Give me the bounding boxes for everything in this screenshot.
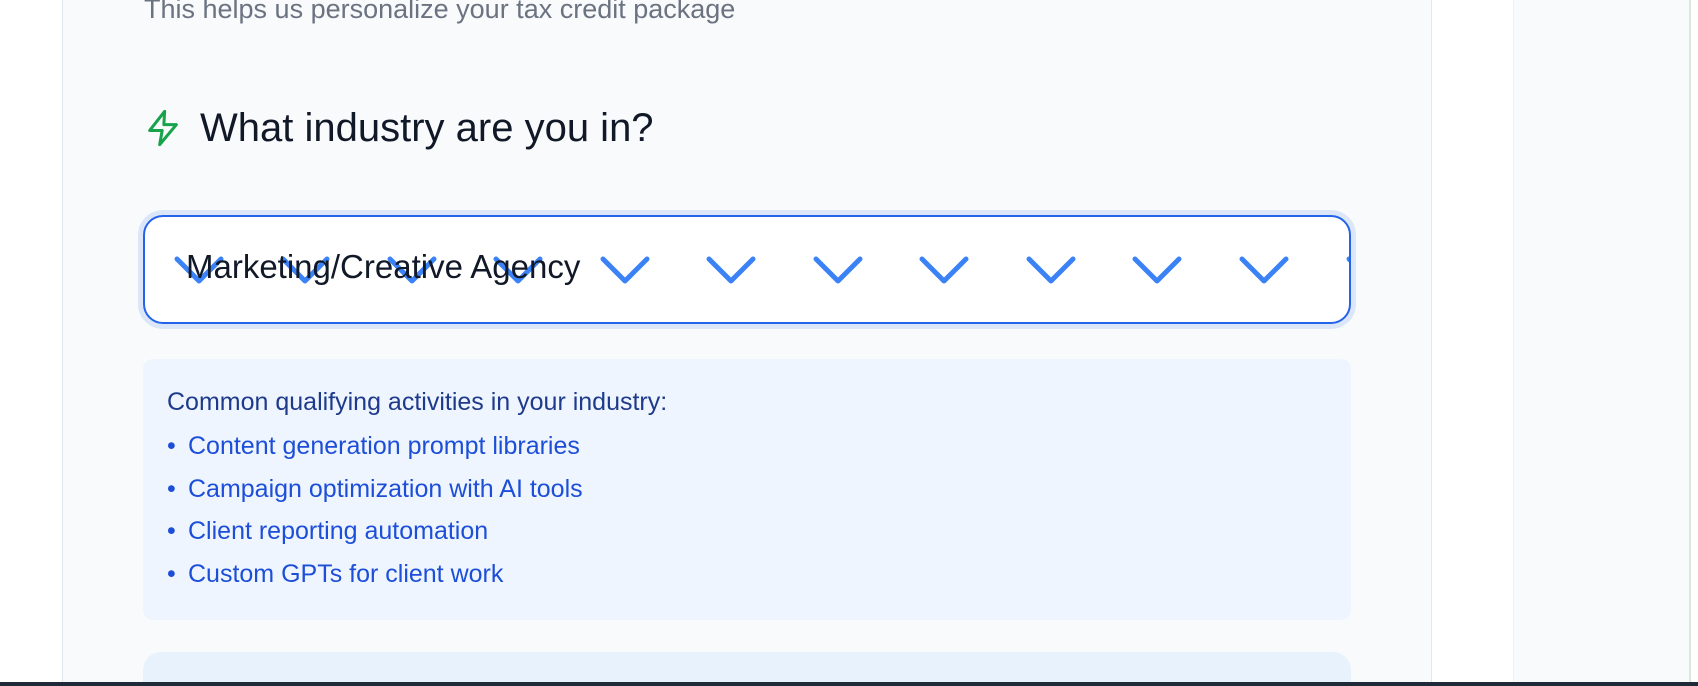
- list-item: • Content generation prompt libraries: [167, 431, 583, 474]
- chevron-down-icon: [1026, 256, 1076, 284]
- question-title: What industry are you in?: [200, 106, 654, 150]
- list-item: • Campaign optimization with AI tools: [167, 474, 583, 517]
- industry-hints-panel: Common qualifying activities in your ind…: [143, 359, 1351, 620]
- lightning-icon: [148, 109, 178, 147]
- bullet: •: [167, 474, 176, 503]
- chevron-down-icon: [600, 256, 650, 284]
- industry-select-value: Marketing/Creative Agency: [186, 248, 581, 285]
- bullet: •: [167, 559, 176, 588]
- list-item: • Client reporting automation: [167, 516, 583, 559]
- industry-select[interactable]: Marketing/Creative Agency: [143, 215, 1351, 324]
- chevron-down-icon: [813, 256, 863, 284]
- bullet: •: [167, 432, 176, 460]
- chevron-down-icon: [1132, 256, 1182, 284]
- side-panel: [1513, 0, 1689, 686]
- edge-divider: [1689, 0, 1691, 686]
- hint-item-label: Campaign optimization with AI tools: [188, 474, 583, 503]
- page: This helps us personalize your tax credi…: [0, 0, 1698, 686]
- chevron-down-icon: [1239, 256, 1289, 284]
- hints-list: • Content generation prompt libraries • Ca…: [167, 431, 583, 601]
- next-section-panel: [143, 652, 1351, 686]
- chevron-down-icon: [1346, 256, 1349, 263]
- chevron-down-icon: [706, 256, 756, 284]
- chevron-down-icon: [919, 256, 969, 284]
- hint-item-label: Custom GPTs for client work: [188, 559, 504, 588]
- bullet: •: [167, 517, 176, 545]
- hints-heading: Common qualifying activities in your ind…: [167, 388, 668, 416]
- section-subtitle: This helps us personalize your tax credi…: [144, 0, 736, 24]
- bottom-edge: [0, 682, 1698, 686]
- hint-item-label: Client reporting automation: [188, 517, 489, 545]
- hint-item-label: Content generation prompt libraries: [188, 432, 580, 460]
- list-item: • Custom GPTs for client work: [167, 559, 583, 602]
